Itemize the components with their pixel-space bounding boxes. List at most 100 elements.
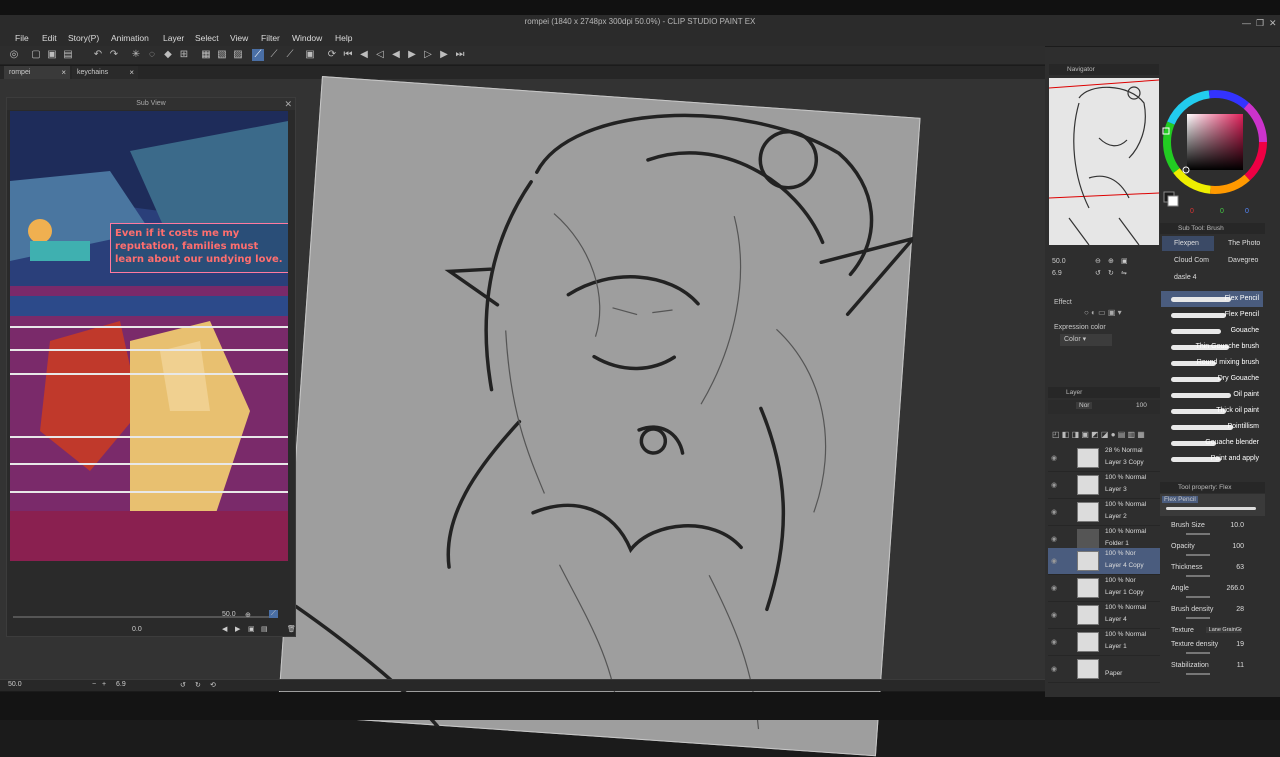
eye-icon[interactable]: ◉ [1051, 454, 1057, 462]
layer-row[interactable]: ◉ 100 % Normal Layer 3 [1048, 472, 1160, 499]
undo-icon[interactable]: ↶ [92, 49, 104, 61]
eyedropper-icon[interactable]: ⟋ [269, 610, 278, 618]
canvas-paper[interactable] [277, 76, 921, 757]
rotate-right-icon[interactable]: ↻ [195, 681, 201, 689]
layer-row[interactable]: ◉ 100 % Normal Layer 1 [1048, 629, 1160, 656]
effect-icons[interactable]: ○ ◐ ▭ ▣ ▾ [1084, 308, 1122, 317]
reference-image[interactable]: Even if it costs me my reputation, famil… [10, 111, 288, 561]
close-icon[interactable]: × [61, 66, 66, 79]
menu-help[interactable]: Help [335, 33, 352, 43]
first-page-icon[interactable]: ⏮ [342, 49, 354, 61]
next-icon[interactable]: ▶ [235, 625, 240, 633]
menu-edit[interactable]: Edit [42, 33, 57, 43]
subtool-group-flexpen[interactable]: Flexpen [1162, 236, 1214, 251]
prop-slider[interactable] [1186, 575, 1210, 577]
eye-icon[interactable]: ◉ [1051, 535, 1057, 543]
next-icon[interactable]: ▷ [422, 49, 434, 61]
refresh-icon[interactable]: ⟳ [326, 49, 338, 61]
settings-icon[interactable]: ✳ [130, 49, 142, 61]
zoom-out-icon[interactable]: − [92, 681, 96, 688]
tab-keychains[interactable]: keychains × [72, 66, 138, 79]
lock-icon[interactable]: ▣ [304, 49, 316, 61]
deselect-icon[interactable]: ▧ [216, 49, 228, 61]
brush-item[interactable]: Gouache [1161, 323, 1263, 339]
zoom-in-icon[interactable]: + [102, 681, 106, 688]
minimize-icon[interactable]: — [1242, 18, 1251, 28]
last-page-icon[interactable]: ⏭ [454, 49, 466, 61]
redo-icon[interactable]: ↷ [108, 49, 120, 61]
layer-toolbar-icons[interactable]: ◰ ◧ ◨ ▣ ◩ ◪ ● ▤ ▥ ▦ [1052, 430, 1145, 439]
fill-icon[interactable]: ◆ [162, 49, 174, 61]
brush-item[interactable]: Dry Gouache [1161, 371, 1263, 387]
prop-value[interactable]: 19 [1214, 641, 1244, 648]
prop-slider[interactable] [1186, 617, 1210, 619]
reset-icon[interactable]: ⟲ [210, 681, 216, 689]
zoom-in-icon[interactable]: ⊕ [1108, 257, 1114, 265]
save-icon[interactable]: ▤ [62, 49, 74, 61]
brush-item[interactable]: Pointillism [1161, 419, 1263, 435]
menu-animation[interactable]: Animation [111, 33, 149, 43]
eye-icon[interactable]: ◉ [1051, 638, 1057, 646]
blend-mode-select[interactable]: Nor [1076, 402, 1093, 409]
fit-icon[interactable]: ▣ [1121, 257, 1128, 265]
brush-item[interactable]: Flex Pencil [1161, 307, 1263, 323]
folder-icon[interactable]: ▤ [261, 625, 268, 633]
prev-icon[interactable]: ◀ [390, 49, 402, 61]
brush-item[interactable]: Flex Pencil [1161, 291, 1263, 307]
prop-slider[interactable] [1186, 652, 1210, 654]
zoom-out-icon[interactable]: ⊖ [1095, 257, 1101, 265]
layer-row[interactable]: ◉ 100 % Normal Layer 4 [1048, 602, 1160, 629]
eye-icon[interactable]: ◉ [1051, 557, 1057, 565]
rotate-left-icon[interactable]: ↺ [180, 681, 186, 689]
menu-file[interactable]: File [15, 33, 29, 43]
delete-icon[interactable]: 🗑 [287, 625, 296, 633]
brush-item[interactable]: Round mixing brush [1161, 355, 1263, 371]
brush-item[interactable]: Thick oil paint [1161, 403, 1263, 419]
subview-slider[interactable] [13, 616, 278, 618]
layer-row[interactable]: ◉ 100 % Nor Layer 1 Copy [1048, 575, 1160, 602]
subtool-group-dasle[interactable]: dasle 4 [1162, 270, 1214, 285]
prop-slider[interactable] [1186, 673, 1210, 675]
prop-value[interactable]: 28 [1214, 606, 1244, 613]
close-icon[interactable]: ✕ [1269, 18, 1277, 29]
eye-icon[interactable]: ◉ [1051, 611, 1057, 619]
app-icon[interactable]: ◎ [8, 49, 20, 61]
eye-icon[interactable]: ◉ [1051, 481, 1057, 489]
prop-value[interactable]: 266.0 [1214, 585, 1244, 592]
prop-value[interactable]: 11 [1214, 662, 1244, 669]
brush-item[interactable]: Paint and apply [1161, 451, 1263, 467]
menu-view[interactable]: View [230, 33, 248, 43]
prop-value[interactable]: Lane GrainGr [1206, 627, 1242, 633]
brush-item[interactable]: Gouache blender [1161, 435, 1263, 451]
prop-value[interactable]: 63 [1214, 564, 1244, 571]
open-icon[interactable]: ▣ [46, 49, 58, 61]
prop-slider[interactable] [1186, 554, 1210, 556]
layer-row[interactable]: ◉ 100 % Nor Layer 4 Copy [1048, 548, 1160, 575]
menu-filter[interactable]: Filter [261, 33, 280, 43]
brush-item[interactable]: Oil paint [1161, 387, 1263, 403]
eye-icon[interactable]: ◉ [1051, 508, 1057, 516]
subtool-group-davegreo[interactable]: Davegreo [1216, 253, 1266, 268]
crop-icon[interactable]: ▨ [232, 49, 244, 61]
flip-icon[interactable]: ⇋ [1121, 269, 1127, 277]
next-page-icon[interactable]: ▶ [438, 49, 450, 61]
prop-value[interactable]: 100 [1214, 543, 1244, 550]
subtool-group-photo[interactable]: The Photo [1216, 236, 1266, 251]
prev-page-icon[interactable]: ◀ [358, 49, 370, 61]
menu-window[interactable]: Window [292, 33, 322, 43]
transform-icon[interactable]: ⊞ [178, 49, 190, 61]
tab-rompei[interactable]: rompei × [4, 66, 70, 79]
rotate-left-icon[interactable]: ↺ [1095, 269, 1101, 277]
zoom-in-icon[interactable]: ⊕ [245, 611, 251, 619]
close-icon[interactable]: ✕ [284, 98, 292, 110]
eye-icon[interactable]: ◉ [1051, 665, 1057, 673]
expression-color-select[interactable]: Color ▾ [1060, 334, 1112, 346]
layer-row[interactable]: ◉ Paper [1048, 656, 1160, 683]
prop-value[interactable]: 10.0 [1214, 522, 1244, 529]
prop-slider[interactable] [1186, 533, 1210, 535]
snap-special-icon[interactable]: ⟋ [268, 49, 280, 61]
maximize-icon[interactable]: ❐ [1256, 18, 1264, 29]
navigator-thumbnail[interactable] [1049, 78, 1159, 245]
color-wheel[interactable] [1160, 62, 1270, 222]
layer-opacity[interactable]: 100 [1136, 402, 1147, 409]
